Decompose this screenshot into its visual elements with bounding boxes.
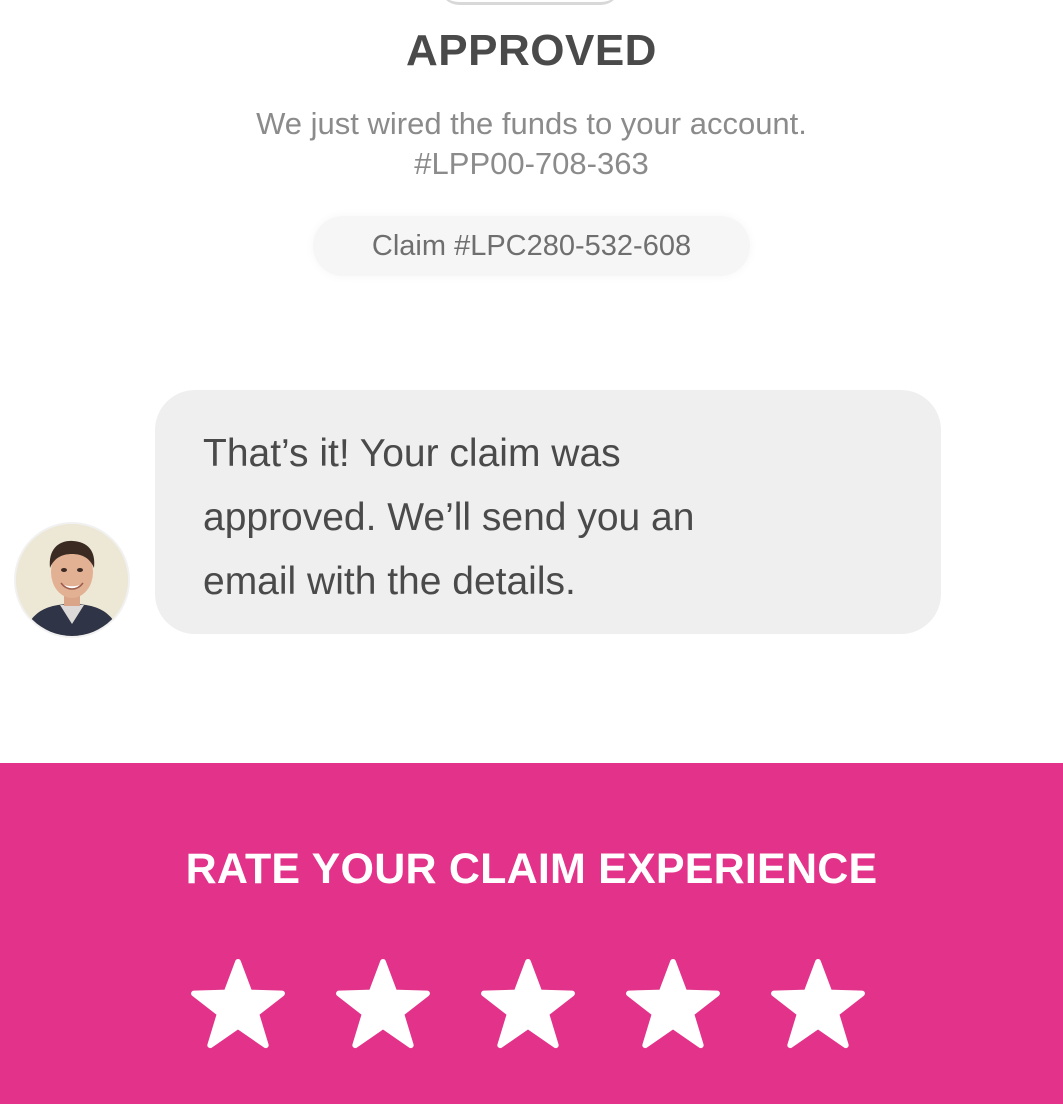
chat-line: email with the details.	[203, 560, 576, 603]
star-5-button[interactable]	[770, 958, 866, 1050]
star-1-button[interactable]	[190, 958, 286, 1050]
status-title: APPROVED	[406, 26, 657, 75]
star-icon	[336, 958, 430, 1049]
rating-title: RATE YOUR CLAIM EXPERIENCE	[185, 845, 878, 893]
star-icon	[771, 958, 865, 1049]
funds-message: We just wired the funds to your account.	[256, 106, 807, 141]
star-icon	[626, 958, 720, 1049]
star-rating	[190, 958, 880, 1054]
star-icon	[191, 958, 285, 1049]
chat-message-row: That’s it! Your claim was approved. We’l…	[0, 390, 1063, 640]
chat-line: approved. We’ll send you an	[203, 496, 695, 539]
payment-reference: #LPP00-708-363	[414, 146, 649, 181]
claim-number-badge: Claim #LPC280-532-608	[313, 216, 750, 276]
agent-photo	[16, 524, 128, 636]
status-subtitle: We just wired the funds to your account.…	[0, 104, 1063, 184]
top-decoration	[440, 0, 620, 5]
star-icon	[481, 958, 575, 1049]
rating-panel: RATE YOUR CLAIM EXPERIENCE	[0, 763, 1063, 1104]
star-3-button[interactable]	[480, 958, 576, 1050]
star-4-button[interactable]	[625, 958, 721, 1050]
claim-approved-screen: APPROVED We just wired the funds to your…	[0, 0, 1063, 1104]
chat-bubble: That’s it! Your claim was approved. We’l…	[155, 390, 941, 634]
chat-line: That’s it! Your claim was	[203, 432, 621, 475]
agent-avatar	[16, 524, 128, 636]
star-2-button[interactable]	[335, 958, 431, 1050]
